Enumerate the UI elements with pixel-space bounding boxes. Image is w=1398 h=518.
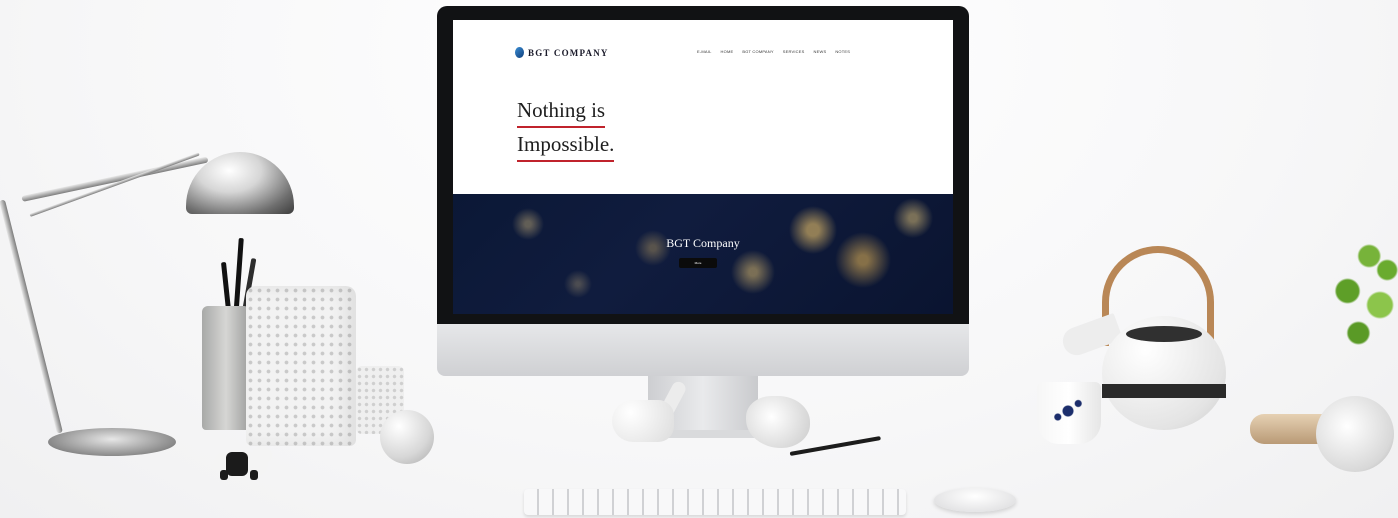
- desk-scene: BGT COMPANY E-MAIL HOME BGT COMPANY SERV…: [0, 0, 1398, 518]
- nav-item-services[interactable]: SERVICES: [783, 49, 805, 54]
- floral-pattern: [1051, 396, 1085, 426]
- keyboard: [524, 489, 906, 515]
- decor-orb: [380, 410, 434, 464]
- panda-figurine: [206, 446, 272, 480]
- nav-item-home[interactable]: HOME: [721, 49, 734, 54]
- plant: [1326, 228, 1398, 368]
- hero-banner: BGT Company More: [453, 194, 953, 314]
- perforated-lantern: [246, 286, 356, 446]
- nav-item-email[interactable]: E-MAIL: [697, 49, 712, 54]
- lamp-base: [48, 428, 176, 456]
- website-screen: BGT COMPANY E-MAIL HOME BGT COMPANY SERV…: [453, 20, 953, 314]
- tea-cup: [1037, 382, 1101, 444]
- hero-line-2: Impossible.: [517, 130, 615, 162]
- logo-text: BGT COMPANY: [528, 47, 609, 58]
- nav-item-company[interactable]: BGT COMPANY: [742, 49, 773, 54]
- hero-line-1: Nothing is: [517, 96, 606, 128]
- site-nav: E-MAIL HOME BGT COMPANY SERVICES NEWS NO…: [697, 49, 850, 54]
- monitor-chin: [437, 324, 969, 376]
- nav-item-news[interactable]: NEWS: [814, 49, 827, 54]
- monitor: BGT COMPANY E-MAIL HOME BGT COMPANY SERV…: [437, 6, 969, 376]
- banner-button[interactable]: More: [679, 258, 717, 268]
- hero-heading: Nothing is Impossible.: [517, 96, 737, 164]
- pencil-cup: [202, 306, 250, 430]
- mouse: [934, 488, 1016, 512]
- nav-item-notes[interactable]: NOTES: [835, 49, 850, 54]
- bird-figurine: [612, 379, 692, 452]
- banner-title: BGT Company: [666, 236, 740, 250]
- logo-mark-icon: [515, 47, 524, 58]
- site-header: BGT COMPANY E-MAIL HOME BGT COMPANY SERV…: [453, 20, 953, 58]
- headphones: [1250, 396, 1398, 472]
- site-logo[interactable]: BGT COMPANY: [515, 47, 609, 58]
